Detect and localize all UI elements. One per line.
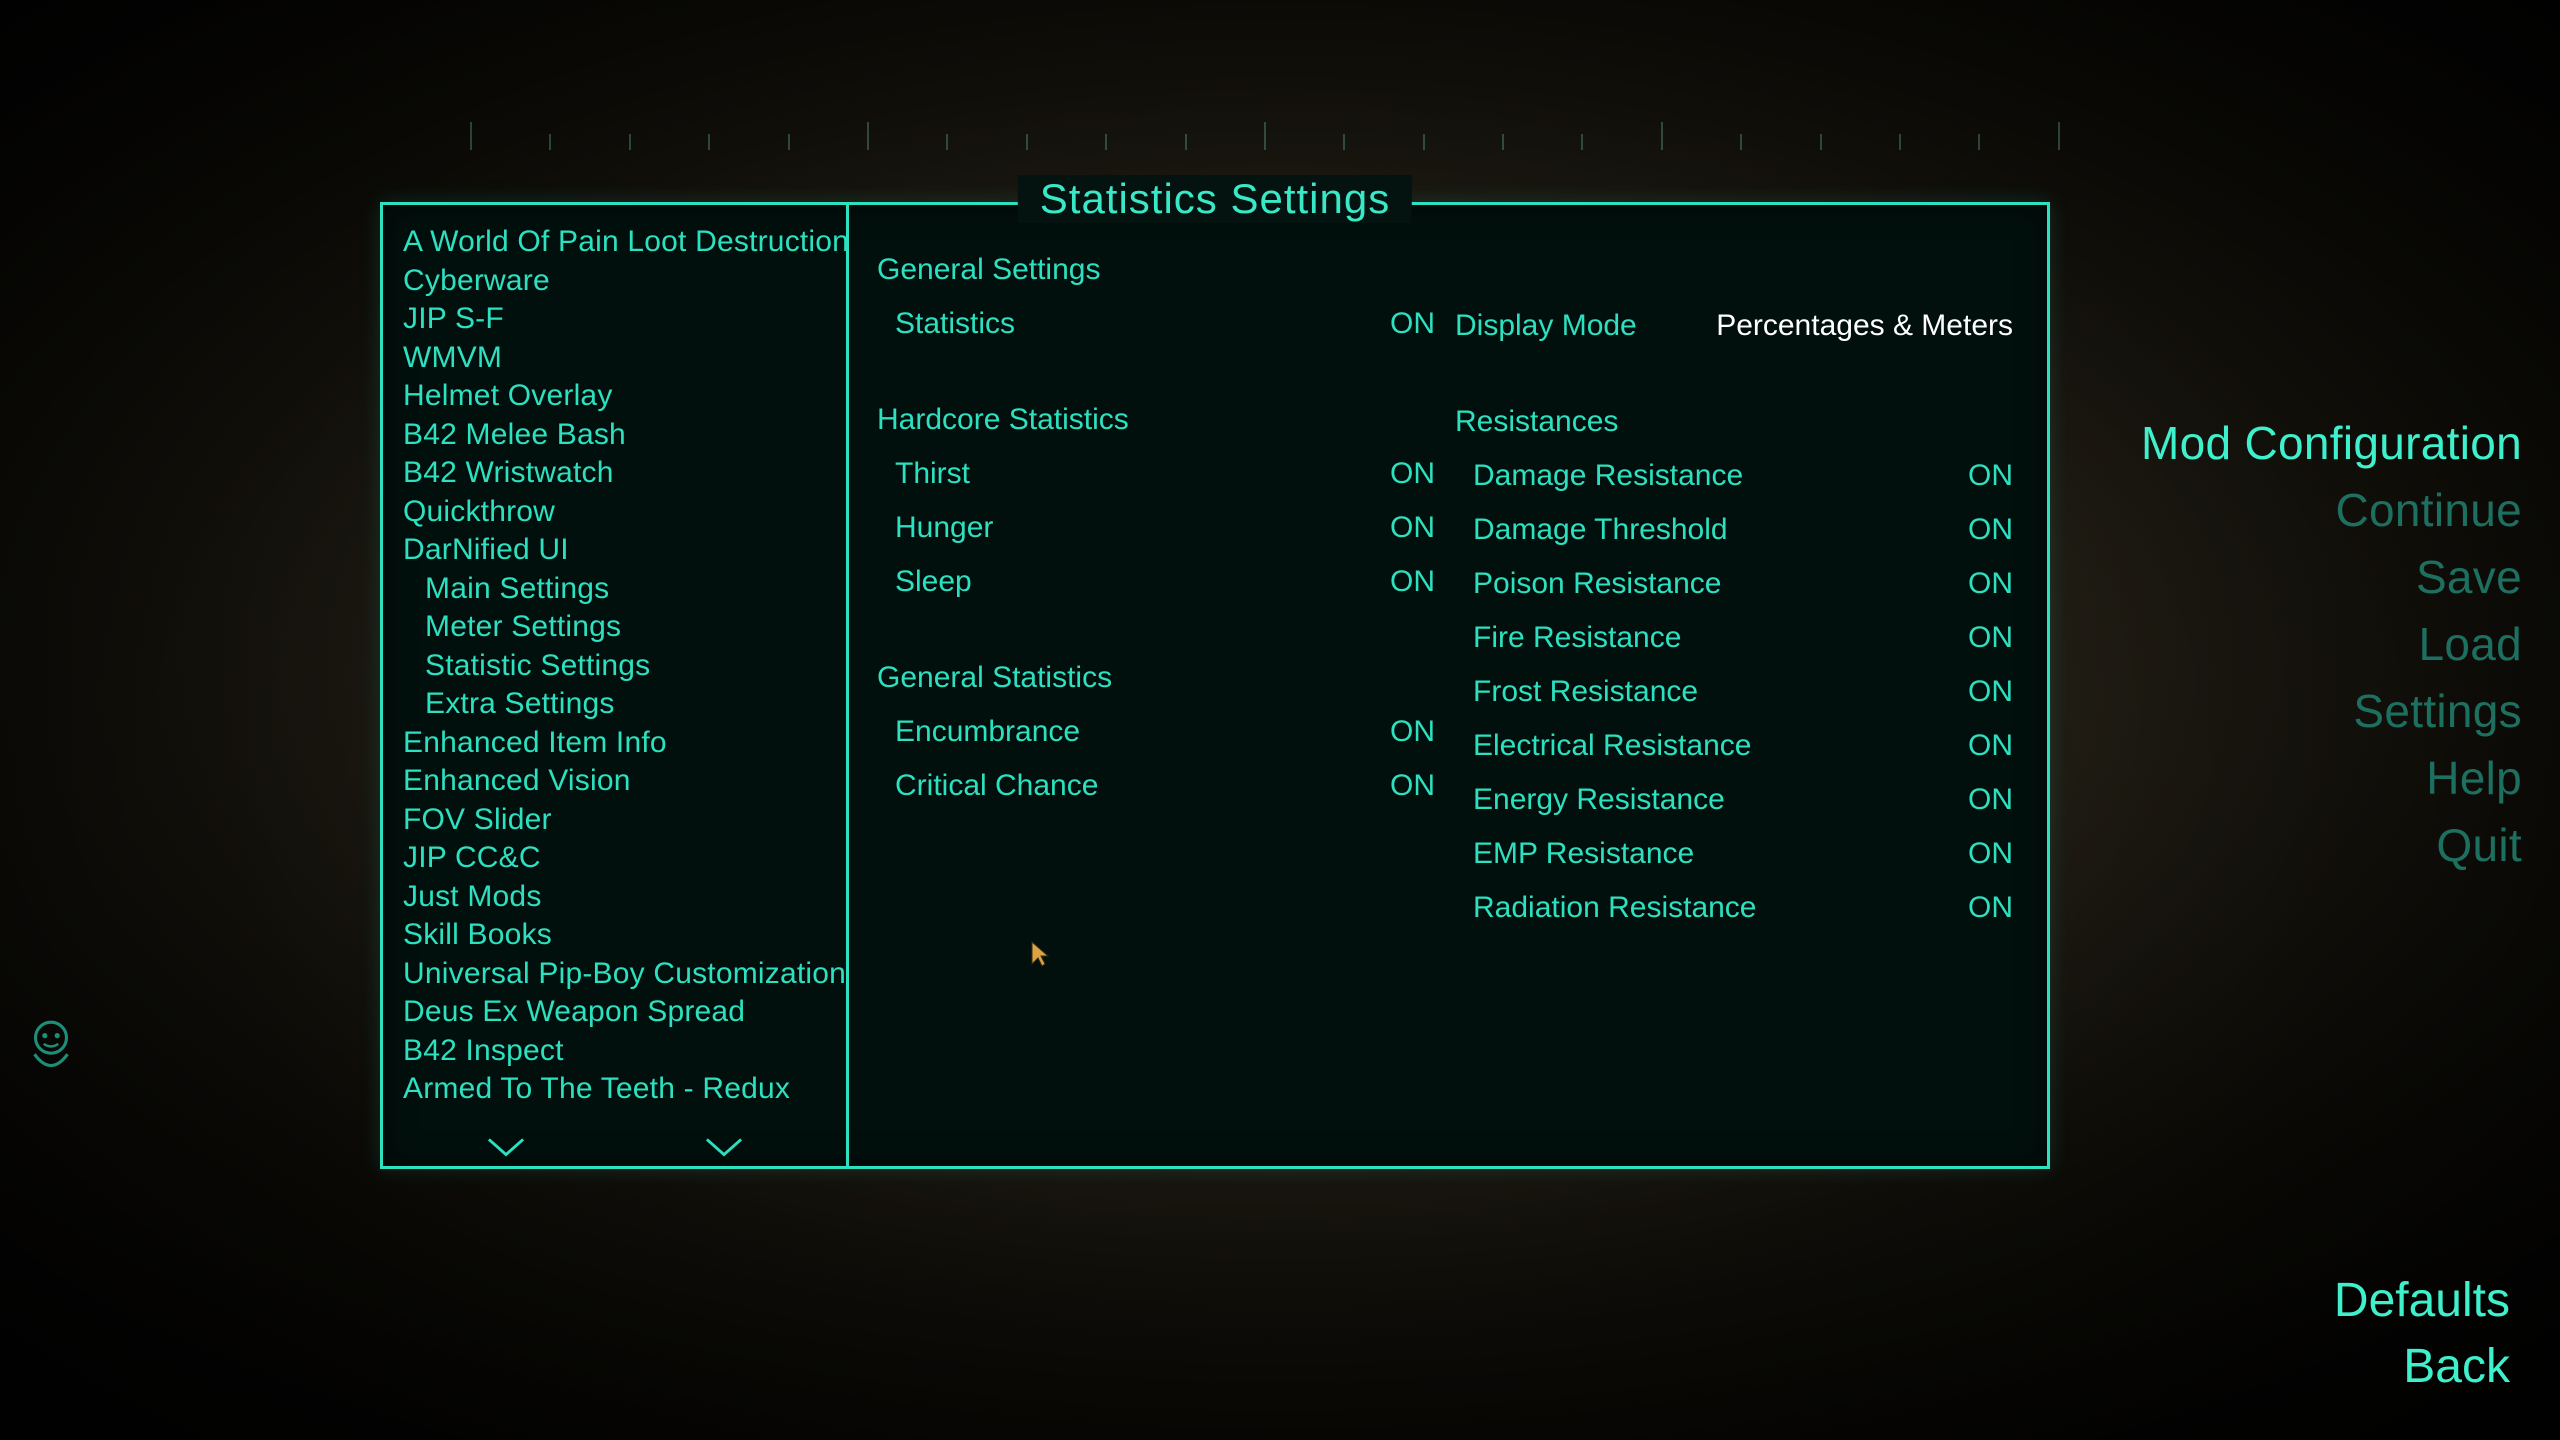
sidebar-item[interactable]: WMVM (403, 339, 846, 378)
value-poison: ON (1968, 559, 2013, 609)
value-thirst: ON (1390, 449, 1435, 499)
sidebar-item[interactable]: Deus Ex Weapon Spread (403, 993, 846, 1032)
sidebar-item[interactable]: FOV Slider (403, 801, 846, 840)
sidebar-item[interactable]: Extra Settings (403, 685, 846, 724)
mods-sidebar: A World Of Pain Loot DestructionCyberwar… (383, 205, 849, 1166)
defaults-button[interactable]: Defaults (2334, 1268, 2510, 1334)
row-hunger[interactable]: Hunger ON (877, 501, 1435, 555)
row-rad[interactable]: Radiation Resistance ON (1455, 881, 2013, 935)
sidebar-item[interactable]: JIP S-F (403, 300, 846, 339)
label-encumbrance: Encumbrance (895, 707, 1080, 757)
label-energy: Energy Resistance (1473, 775, 1725, 825)
row-dt[interactable]: Damage Threshold ON (1455, 503, 2013, 557)
label-rad: Radiation Resistance (1473, 883, 1757, 933)
value-statistics: ON (1390, 299, 1435, 349)
value-hunger: ON (1390, 503, 1435, 553)
value-sleep: ON (1390, 557, 1435, 607)
label-elec: Electrical Resistance (1473, 721, 1751, 771)
row-fire[interactable]: Fire Resistance ON (1455, 611, 2013, 665)
row-thirst[interactable]: Thirst ON (877, 447, 1435, 501)
label-frost: Frost Resistance (1473, 667, 1698, 717)
row-critical[interactable]: Critical Chance ON (877, 759, 1435, 813)
row-frost[interactable]: Frost Resistance ON (1455, 665, 2013, 719)
sidebar-item[interactable]: Helmet Overlay (403, 377, 846, 416)
menu-settings[interactable]: Settings (2141, 678, 2522, 745)
row-dr[interactable]: Damage Resistance ON (1455, 449, 2013, 503)
menu-load[interactable]: Load (2141, 611, 2522, 678)
sidebar-item[interactable]: A World Of Pain Loot Destruction (403, 223, 846, 262)
sidebar-item[interactable]: Just Mods (403, 878, 846, 917)
sidebar-item[interactable]: Enhanced Vision (403, 762, 846, 801)
sidebar-scroll-arrows[interactable] (383, 1136, 846, 1158)
row-sleep[interactable]: Sleep ON (877, 555, 1435, 609)
value-fire: ON (1968, 613, 2013, 663)
settings-content: General Settings Statistics ON Hardcore … (849, 205, 2047, 1166)
value-elec: ON (1968, 721, 2013, 771)
scroll-down-icon (705, 1136, 743, 1158)
value-critical: ON (1390, 761, 1435, 811)
bottom-menu: Defaults Back (2334, 1268, 2510, 1400)
sidebar-item[interactable]: Skill Books (403, 916, 846, 955)
label-hunger: Hunger (895, 503, 993, 553)
menu-help[interactable]: Help (2141, 745, 2522, 812)
label-fire: Fire Resistance (1473, 613, 1681, 663)
label-dt: Damage Threshold (1473, 505, 1728, 555)
left-column: General Settings Statistics ON Hardcore … (877, 253, 1435, 1166)
sidebar-item[interactable]: Statistic Settings (403, 647, 846, 686)
settings-panel: Statistics Settings A World Of Pain Loot… (380, 202, 2050, 1169)
sidebar-item[interactable]: Meter Settings (403, 608, 846, 647)
sidebar-item[interactable]: Main Settings (403, 570, 846, 609)
value-display-mode: Percentages & Meters (1716, 301, 2013, 351)
sidebar-item[interactable]: Quickthrow (403, 493, 846, 532)
sidebar-item[interactable]: DarNified UI (403, 531, 846, 570)
section-hardcore: Hardcore Statistics (877, 403, 1435, 437)
row-statistics[interactable]: Statistics ON (877, 297, 1435, 351)
label-sleep: Sleep (895, 557, 972, 607)
sidebar-item[interactable]: JIP CC&C (403, 839, 846, 878)
row-display-mode[interactable]: Display Mode Percentages & Meters (1455, 301, 2013, 351)
back-button[interactable]: Back (2334, 1334, 2510, 1400)
right-column: Display Mode Percentages & Meters Resist… (1455, 253, 2013, 1166)
label-statistics: Statistics (895, 299, 1015, 349)
label-dr: Damage Resistance (1473, 451, 1743, 501)
pause-menu: Mod Configuration Continue Save Load Set… (2141, 410, 2522, 879)
value-dr: ON (1968, 451, 2013, 501)
label-emp: EMP Resistance (1473, 829, 1694, 879)
value-emp: ON (1968, 829, 2013, 879)
sidebar-item[interactable]: Cyberware (403, 262, 846, 301)
sidebar-item[interactable]: B42 Wristwatch (403, 454, 846, 493)
section-general: General Settings (877, 253, 1435, 287)
row-emp[interactable]: EMP Resistance ON (1455, 827, 2013, 881)
menu-mod-configuration[interactable]: Mod Configuration (2141, 410, 2522, 477)
value-rad: ON (1968, 883, 2013, 933)
menu-save[interactable]: Save (2141, 544, 2522, 611)
row-energy[interactable]: Energy Resistance ON (1455, 773, 2013, 827)
row-elec[interactable]: Electrical Resistance ON (1455, 719, 2013, 773)
row-poison[interactable]: Poison Resistance ON (1455, 557, 2013, 611)
menu-continue[interactable]: Continue (2141, 477, 2522, 544)
label-display-mode: Display Mode (1455, 301, 1637, 351)
panel-title: Statistics Settings (1018, 175, 1412, 223)
value-frost: ON (1968, 667, 2013, 717)
label-critical: Critical Chance (895, 761, 1098, 811)
value-dt: ON (1968, 505, 2013, 555)
row-encumbrance[interactable]: Encumbrance ON (877, 705, 1435, 759)
sidebar-item[interactable]: Enhanced Item Info (403, 724, 846, 763)
section-resistances: Resistances (1455, 405, 2013, 439)
sidebar-item[interactable]: B42 Melee Bash (403, 416, 846, 455)
section-genstats: General Statistics (877, 661, 1435, 695)
sidebar-item[interactable]: Universal Pip-Boy Customization (403, 955, 846, 994)
value-energy: ON (1968, 775, 2013, 825)
label-poison: Poison Resistance (1473, 559, 1721, 609)
value-encumbrance: ON (1390, 707, 1435, 757)
sidebar-item[interactable]: B42 Inspect (403, 1032, 846, 1071)
vault-boy-icon (18, 1015, 84, 1081)
cursor-icon (1030, 940, 1050, 968)
sidebar-item[interactable]: Armed To The Teeth - Redux (403, 1070, 846, 1109)
scroll-down-icon (487, 1136, 525, 1158)
top-ruler (470, 110, 2060, 150)
menu-quit[interactable]: Quit (2141, 812, 2522, 879)
label-thirst: Thirst (895, 449, 970, 499)
